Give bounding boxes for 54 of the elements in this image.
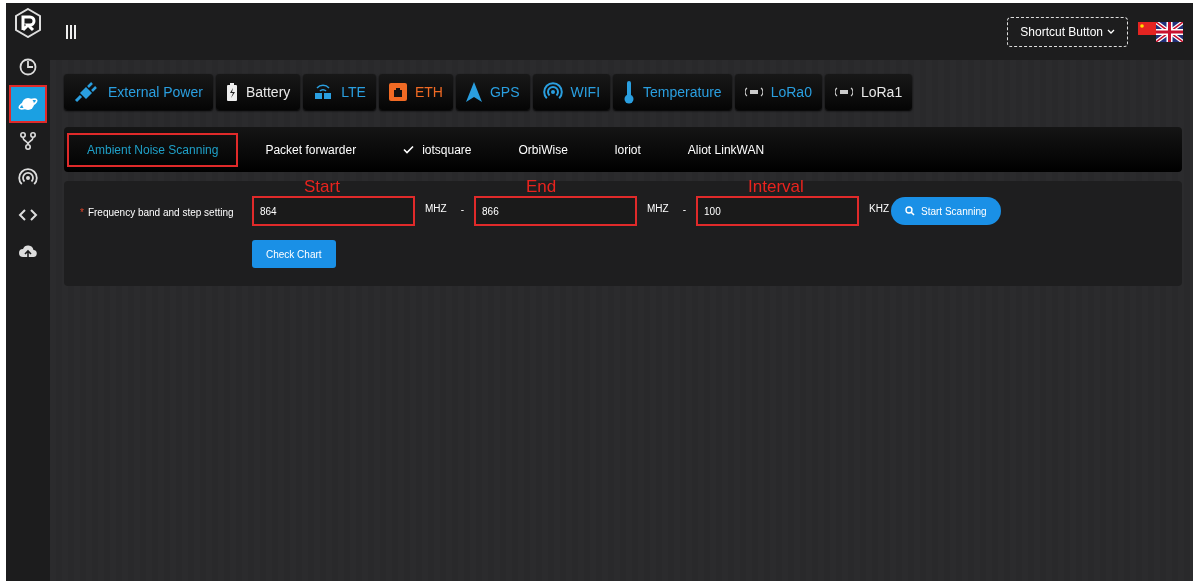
status-tile[interactable]: Temperature <box>613 74 732 110</box>
thermometer-icon <box>623 80 636 104</box>
unit-label: KHZ <box>869 202 890 216</box>
number-field[interactable]: 866 <box>474 196 637 226</box>
status-tile[interactable]: ETH <box>378 74 453 110</box>
protocol-tab[interactable]: loriot <box>594 132 661 167</box>
status-tile[interactable]: Battery <box>215 74 301 110</box>
protocol-tab[interactable]: OrbiWise <box>498 132 588 167</box>
required-mark: * <box>80 206 84 218</box>
annotation-label: Start <box>303 178 341 196</box>
status-tile[interactable]: LoRa1 <box>824 74 913 110</box>
chevron-icon <box>1107 28 1115 35</box>
tile-label: GPS <box>489 84 520 100</box>
logo-icon <box>14 8 42 38</box>
protocol-tab[interactable]: Aliot LinkWAN <box>667 132 785 167</box>
range-separator: - <box>460 203 464 217</box>
range-separator: - <box>682 203 687 217</box>
tile-label: LTE <box>341 84 366 100</box>
protocol-tab[interactable]: Packet forwarder <box>245 132 377 167</box>
menu-icon[interactable] <box>66 24 76 39</box>
unit-label: MHZ <box>647 202 669 216</box>
annotation-label: Interval <box>747 178 805 196</box>
status-tile[interactable]: WIFI <box>532 74 611 110</box>
china-flag-icon[interactable] <box>1138 21 1156 35</box>
field-label: Frequency band and step setting <box>87 206 234 218</box>
shortcut-dropdown[interactable]: Shortcut Button <box>1007 16 1128 47</box>
status-tile[interactable]: LTE <box>303 74 376 110</box>
status-tile[interactable]: LoRa0 <box>734 74 822 110</box>
number-field[interactable]: 100 <box>696 196 860 226</box>
navigation-arrow-icon <box>465 82 482 102</box>
wifi-icon <box>542 82 563 102</box>
fork-icon <box>18 131 38 151</box>
search-icon <box>905 206 916 216</box>
tile-label: LoRa0 <box>770 84 812 100</box>
tile-label: Battery <box>245 84 291 100</box>
protocol-tab[interactable]: Ambient Noise Scanning <box>67 132 239 167</box>
clock-icon <box>18 57 38 77</box>
plug-icon <box>74 81 100 103</box>
status-tile[interactable]: GPS <box>455 74 530 110</box>
tile-label: LoRa1 <box>860 84 903 100</box>
unit-label: MHZ <box>425 202 447 216</box>
battery-icon <box>225 82 238 102</box>
tile-label: WIFI <box>570 84 601 100</box>
check-icon <box>403 145 415 154</box>
tile-label: External Power <box>108 84 203 100</box>
uk-flag-icon[interactable] <box>1156 21 1183 42</box>
ethernet-port-icon <box>388 83 407 101</box>
signal-4g-icon <box>313 84 334 100</box>
tile-label: ETH <box>414 84 443 100</box>
tile-label: Temperature <box>643 84 722 100</box>
status-tile[interactable]: External Power <box>64 74 213 110</box>
annotation-label: End <box>525 178 558 196</box>
number-field[interactable]: 864 <box>252 196 415 226</box>
protocol-tab[interactable]: iotsquare <box>383 132 492 167</box>
